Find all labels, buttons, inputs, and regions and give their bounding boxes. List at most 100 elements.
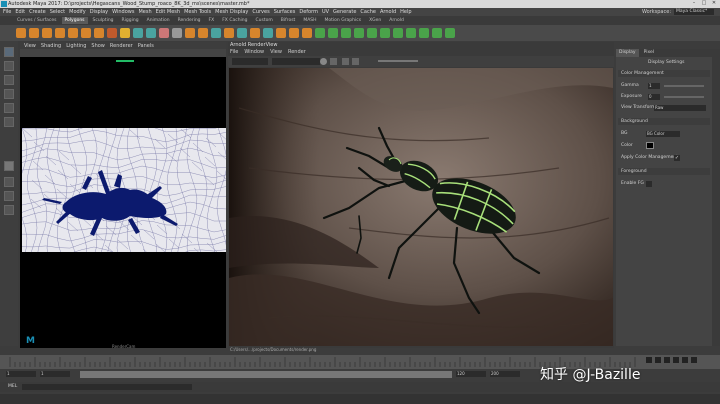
maximize-button[interactable]: □	[700, 0, 708, 7]
tab-pixel[interactable]: Pixel	[641, 49, 657, 57]
step-back-icon[interactable]	[655, 357, 661, 363]
render-menu-render[interactable]: Render	[288, 49, 306, 55]
shelf-tool-icon[interactable]	[237, 28, 247, 38]
shelf-tool-icon[interactable]	[276, 28, 286, 38]
menu-item-surfaces[interactable]: Surfaces	[274, 9, 296, 15]
menu-item-display[interactable]: Display	[90, 9, 108, 15]
menu-item-edit-mesh[interactable]: Edit Mesh	[156, 9, 180, 15]
shelf-tool-icon[interactable]	[393, 28, 403, 38]
shelf-tool-icon[interactable]	[354, 28, 364, 38]
exposure-slider[interactable]	[378, 60, 418, 62]
render-button-icon[interactable]	[320, 58, 327, 65]
uv-editor-viewport[interactable]	[22, 128, 226, 252]
bg-color-swatch[interactable]	[646, 142, 654, 149]
shelf-tool-icon[interactable]	[328, 28, 338, 38]
shelf-tool-icon[interactable]	[68, 28, 78, 38]
menu-item-uv[interactable]: UV	[322, 9, 329, 15]
shelf-tab-custom[interactable]: Custom	[253, 17, 276, 24]
menu-item-mesh-tools[interactable]: Mesh Tools	[184, 9, 211, 15]
shelf-tool-icon[interactable]	[211, 28, 221, 38]
scale-tool-icon[interactable]	[4, 117, 14, 127]
range-start-inner-field[interactable]: 1	[40, 371, 70, 377]
render-menu-file[interactable]: File	[230, 49, 238, 55]
shelf-tool-icon[interactable]	[367, 28, 377, 38]
viewport-bottom[interactable]: RenderCam M	[22, 252, 226, 349]
menu-item-windows[interactable]: Windows	[112, 9, 134, 15]
shelf-tool-icon[interactable]	[42, 28, 52, 38]
attribute-strip[interactable]	[712, 49, 720, 346]
panel-menu-renderer[interactable]: Renderer	[110, 43, 133, 49]
range-bar[interactable]	[80, 371, 452, 378]
enable-fg-checkbox[interactable]	[646, 181, 652, 187]
shelf-tab-arnold[interactable]: Arnold	[386, 17, 407, 24]
shelf-tool-icon[interactable]	[250, 28, 260, 38]
goto-end-icon[interactable]	[691, 357, 697, 363]
shelf-tool-icon[interactable]	[172, 28, 182, 38]
close-button[interactable]: ✕	[710, 0, 718, 7]
shelf-tool-icon[interactable]	[289, 28, 299, 38]
shelf-tab-sculpting[interactable]: Sculpting	[90, 17, 117, 24]
shelf-tool-icon[interactable]	[419, 28, 429, 38]
layout-outliner-icon[interactable]	[4, 205, 14, 215]
section-color-management[interactable]: Color Management	[618, 70, 710, 77]
workspace-dropdown[interactable]: Maya Classic*	[674, 9, 714, 15]
shelf-tool-icon[interactable]	[341, 28, 351, 38]
play-back-icon[interactable]	[664, 357, 670, 363]
rotate-tool-icon[interactable]	[4, 103, 14, 113]
shelf-tool-icon[interactable]	[406, 28, 416, 38]
shelf-tab-bifrost[interactable]: Bifrost	[278, 17, 299, 24]
snapshot-icon[interactable]	[352, 58, 359, 65]
shelf-tab-curves-surfaces[interactable]: Curves / Surfaces	[14, 17, 60, 24]
shelf-tool-icon[interactable]	[81, 28, 91, 38]
shelf-tool-icon[interactable]	[29, 28, 39, 38]
menu-item-mesh-display[interactable]: Mesh Display	[215, 9, 248, 15]
gamma-field[interactable]: 1	[648, 83, 660, 89]
layout-two-icon[interactable]	[4, 191, 14, 201]
stop-button-icon[interactable]	[330, 58, 337, 65]
layout-single-icon[interactable]	[4, 161, 14, 171]
section-background[interactable]: Background	[618, 118, 710, 125]
shelf-tool-icon[interactable]	[198, 28, 208, 38]
range-end-field[interactable]: 120	[456, 371, 486, 377]
shelf-tool-icon[interactable]	[224, 28, 234, 38]
panel-menu-shading[interactable]: Shading	[41, 43, 61, 49]
shelf-tool-icon[interactable]	[185, 28, 195, 38]
shelf-tool-icon[interactable]	[445, 28, 455, 38]
shelf-tool-icon[interactable]	[55, 28, 65, 38]
range-out-field[interactable]: 200	[490, 371, 520, 377]
panel-menu-show[interactable]: Show	[91, 43, 105, 49]
gamma-slider[interactable]	[664, 85, 704, 87]
shelf-tab-xgen[interactable]: XGen	[366, 17, 384, 24]
shelf-tool-icon[interactable]	[302, 28, 312, 38]
menu-item-modify[interactable]: Modify	[69, 9, 86, 15]
panel-menu-lighting[interactable]: Lighting	[66, 43, 86, 49]
menu-item-curves[interactable]: Curves	[252, 9, 269, 15]
menu-item-help[interactable]: Help	[400, 9, 411, 15]
shelf-tab-animation[interactable]: Animation	[144, 17, 173, 24]
menu-item-mesh[interactable]: Mesh	[138, 9, 151, 15]
section-foreground[interactable]: Foreground	[618, 168, 710, 175]
refresh-icon[interactable]	[342, 58, 349, 65]
menu-item-arnold[interactable]: Arnold	[380, 9, 396, 15]
render-menu-window[interactable]: Window	[244, 49, 264, 55]
shelf-tool-icon[interactable]	[107, 28, 117, 38]
shelf-tab-motion-graphics[interactable]: Motion Graphics	[322, 17, 365, 24]
menu-item-cache[interactable]: Cache	[360, 9, 376, 15]
panel-menu-view[interactable]: View	[24, 43, 36, 49]
shelf-tool-icon[interactable]	[432, 28, 442, 38]
shelf-tool-icon[interactable]	[263, 28, 273, 38]
mel-input[interactable]	[22, 384, 192, 390]
menu-item-create[interactable]: Create	[29, 9, 46, 15]
panel-menu-panels[interactable]: Panels	[138, 43, 154, 49]
bg-dropdown[interactable]: BG Color	[646, 131, 680, 137]
shelf-tool-icon[interactable]	[380, 28, 390, 38]
shelf-tool-icon[interactable]	[133, 28, 143, 38]
shelf-tab-rendering[interactable]: Rendering	[175, 17, 204, 24]
shelf-tab-mash[interactable]: MASH	[300, 17, 319, 24]
shelf-tool-icon[interactable]	[315, 28, 325, 38]
step-forward-icon[interactable]	[682, 357, 688, 363]
shelf-tool-icon[interactable]	[159, 28, 169, 38]
exposure-field[interactable]: 0	[648, 94, 660, 100]
menu-item-deform[interactable]: Deform	[299, 9, 318, 15]
shelf-tab-polygons[interactable]: Polygons	[61, 17, 88, 24]
